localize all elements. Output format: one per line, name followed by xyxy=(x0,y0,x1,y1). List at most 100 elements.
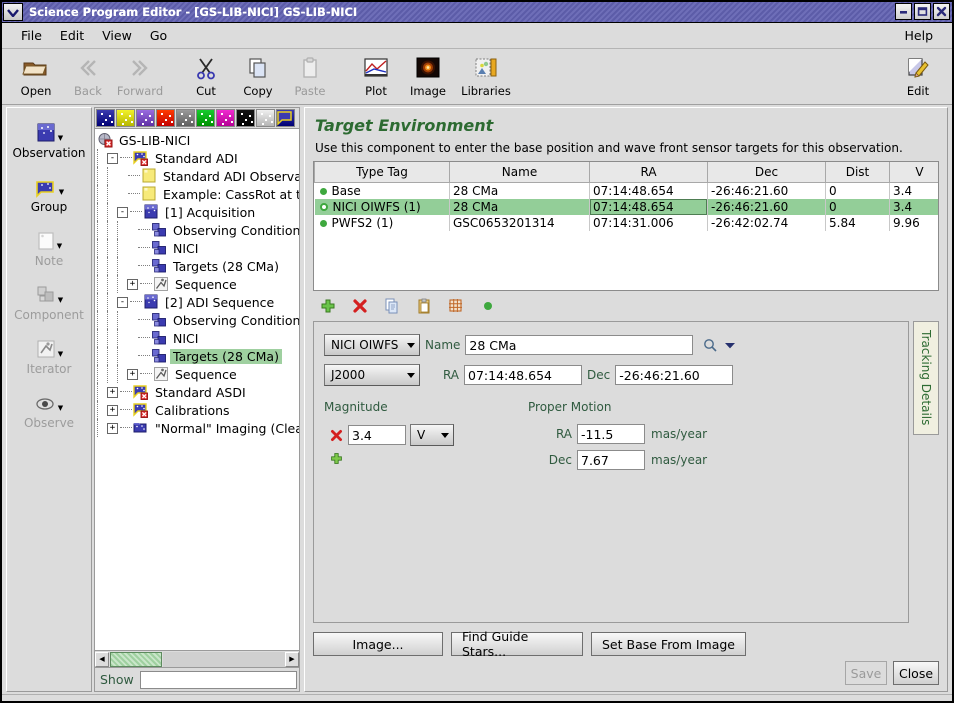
tree-node[interactable]: + Calibrations xyxy=(95,401,299,419)
swatch-green[interactable] xyxy=(196,109,215,127)
palette-item-component[interactable]: ▼ Component xyxy=(7,280,91,322)
toolbar-cut-button[interactable]: Cut xyxy=(180,53,232,98)
tree-node[interactable]: Targets (28 CMa) xyxy=(95,347,299,365)
magnitude-add-button[interactable] xyxy=(324,452,348,465)
tree-node[interactable]: - Standard ADI xyxy=(95,149,299,167)
tree-node[interactable]: GS-LIB-NICI xyxy=(95,131,299,149)
menu-edit[interactable]: Edit xyxy=(51,26,93,45)
toolbar-paste-button[interactable]: Paste xyxy=(284,53,336,98)
tree-node[interactable]: - [1] Acquisition xyxy=(95,203,299,221)
tracking-details-tab[interactable]: Tracking Details xyxy=(913,321,939,435)
menu-file[interactable]: File xyxy=(12,26,51,45)
tree-node[interactable]: Standard ADI Observati xyxy=(95,167,299,185)
tree-node[interactable]: - [2] ADI Sequence xyxy=(95,293,299,311)
copy-target-button[interactable] xyxy=(383,297,401,315)
find-guide-stars-button[interactable]: Find Guide Stars... xyxy=(451,629,583,659)
program-tree[interactable]: GS-LIB-NICI - Standard ADI Standard ADI Obs… xyxy=(94,129,300,651)
collapse-node-icon[interactable]: - xyxy=(107,152,118,164)
name-search-button[interactable] xyxy=(699,338,721,353)
table-column-header[interactable]: V xyxy=(889,162,938,183)
magnitude-remove-button[interactable] xyxy=(324,429,348,442)
collapse-node-icon[interactable]: - xyxy=(117,206,128,218)
epoch-select[interactable]: J2000 xyxy=(324,364,420,386)
close-button[interactable] xyxy=(933,3,950,20)
swatch-white[interactable] xyxy=(256,109,275,127)
tree-node[interactable]: Targets (28 CMa) xyxy=(95,257,299,275)
window-menu-button[interactable] xyxy=(3,3,23,21)
add-target-button[interactable] xyxy=(319,297,337,315)
name-input[interactable]: 28 CMa xyxy=(465,335,694,355)
maximize-button[interactable] xyxy=(914,3,931,20)
ra-input[interactable]: 07:14:48.654 xyxy=(464,365,582,385)
target-table[interactable]: Type Tag Name RA Dec Dist V Base 28 CMa 07:14:4… xyxy=(314,162,938,231)
tree-node[interactable]: Observing Condition xyxy=(95,311,299,329)
save-button[interactable]: Save xyxy=(845,661,887,685)
table-column-header[interactable]: Type Tag xyxy=(314,162,450,183)
swatch-yellow[interactable] xyxy=(116,109,135,127)
toolbar-edit-button[interactable]: Edit xyxy=(892,53,944,98)
show-input[interactable] xyxy=(139,670,297,689)
magnitude-band-select[interactable]: V xyxy=(410,424,454,446)
magnitude-input[interactable]: 3.4 xyxy=(348,425,406,445)
toolbar-copy-button[interactable]: Copy xyxy=(232,53,284,98)
paste-target-button[interactable] xyxy=(415,297,433,315)
swatch-group[interactable] xyxy=(276,109,295,127)
scroll-right-arrow-icon[interactable]: ▶ xyxy=(285,651,299,667)
table-column-header[interactable]: Dec xyxy=(707,162,826,183)
table-row[interactable]: PWFS2 (1) GSC0653201314 07:14:31.006 -26:42… xyxy=(314,215,938,231)
target-type-select[interactable]: NICI OIWFS xyxy=(324,334,420,356)
toolbar-back-button[interactable]: Back xyxy=(62,53,114,98)
tree-node[interactable]: Example: CassRot at th xyxy=(95,185,299,203)
swatch-orange[interactable] xyxy=(156,109,175,127)
palette-item-iterator[interactable]: ▼ Iterator xyxy=(7,334,91,376)
scroll-left-arrow-icon[interactable]: ◀ xyxy=(95,651,109,667)
table-column-header[interactable]: Dist xyxy=(825,162,890,183)
table-row[interactable]: Base 28 CMa 07:14:48.654 -26:46:21.60 0 3.4 xyxy=(314,182,938,199)
toolbar-forward-button[interactable]: Forward xyxy=(114,53,166,98)
table-row[interactable]: NICI OIWFS (1) 28 CMa 07:14:48.654 -26:46:2… xyxy=(314,199,938,215)
table-column-header[interactable]: RA xyxy=(589,162,708,183)
menu-go[interactable]: Go xyxy=(141,26,176,45)
tree-horizontal-scrollbar[interactable]: ◀ ▶ xyxy=(94,651,300,668)
table-column-header[interactable]: Name xyxy=(449,162,590,183)
swatch-violet[interactable] xyxy=(136,109,155,127)
expand-node-icon[interactable]: + xyxy=(107,386,118,398)
swatch-magenta[interactable] xyxy=(216,109,235,127)
menu-view[interactable]: View xyxy=(93,26,141,45)
expand-node-icon[interactable]: + xyxy=(107,422,118,434)
palette-item-group[interactable]: ▼ Group xyxy=(7,172,91,214)
set-base-from-image-button[interactable]: Set Base From Image xyxy=(591,632,747,656)
expand-node-icon[interactable]: + xyxy=(127,368,138,380)
palette-item-observe[interactable]: ▼ Observe xyxy=(7,388,91,430)
tree-node[interactable]: NICI xyxy=(95,239,299,257)
scrollbar-thumb[interactable] xyxy=(110,651,162,667)
swatch-black[interactable] xyxy=(236,109,255,127)
minimize-button[interactable] xyxy=(895,3,912,20)
collapse-node-icon[interactable]: - xyxy=(117,296,128,308)
menu-help[interactable]: Help xyxy=(896,26,943,45)
palette-item-observation[interactable]: ▼ Observation xyxy=(7,118,91,160)
tree-node[interactable]: + Sequence xyxy=(95,365,299,383)
tree-node[interactable]: + Sequence xyxy=(95,275,299,293)
tree-node[interactable]: + "Normal" Imaging (Clear Ma xyxy=(95,419,299,437)
palette-item-note[interactable]: ▼ Note xyxy=(7,226,91,268)
toolbar-open-button[interactable]: Open xyxy=(10,53,62,98)
swatch-blue[interactable] xyxy=(96,109,115,127)
tree-node[interactable]: NICI xyxy=(95,329,299,347)
close-button-dialog[interactable]: Close xyxy=(893,661,939,685)
primary-target-button[interactable] xyxy=(479,297,497,315)
toolbar-libraries-button[interactable]: Libraries xyxy=(454,53,518,98)
grid-target-button[interactable] xyxy=(447,297,465,315)
scrollbar-track[interactable] xyxy=(163,651,285,667)
tree-node[interactable]: + Standard ASDI xyxy=(95,383,299,401)
toolbar-image-button[interactable]: Image xyxy=(402,53,454,98)
table-body[interactable]: Base 28 CMa 07:14:48.654 -26:46:21.60 0 3.4 NI… xyxy=(314,182,938,231)
toolbar-plot-button[interactable]: Plot xyxy=(350,53,402,98)
dec-input[interactable]: -26:46:21.60 xyxy=(615,365,734,385)
pm-ra-input[interactable]: -11.5 xyxy=(577,424,645,444)
name-search-dropdown-button[interactable] xyxy=(721,341,739,350)
image-button[interactable]: Image... xyxy=(313,632,443,656)
expand-node-icon[interactable]: + xyxy=(107,404,118,416)
swatch-gray[interactable] xyxy=(176,109,195,127)
expand-node-icon[interactable]: + xyxy=(127,278,138,290)
